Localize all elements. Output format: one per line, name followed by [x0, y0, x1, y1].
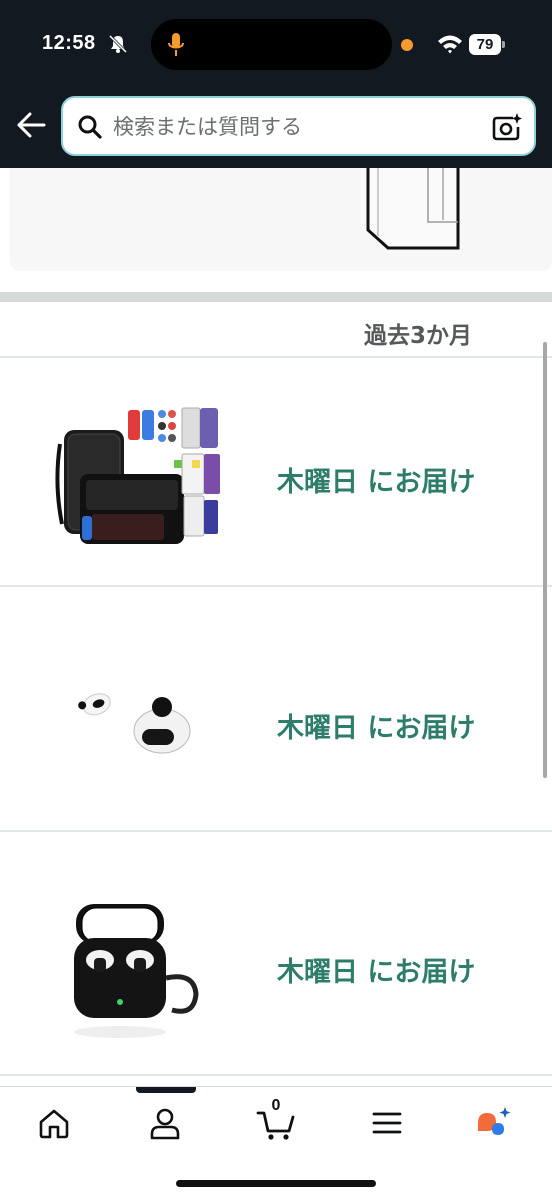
delivery-status: 木曜日 にお届け: [277, 713, 476, 744]
bell-muted-icon: [108, 34, 128, 54]
menu-icon[interactable]: [367, 1103, 407, 1143]
delivery-status: 木曜日 にお届け: [277, 467, 476, 498]
account-icon[interactable]: [145, 1103, 185, 1143]
clear-case-product-image: [366, 168, 460, 250]
search-bar[interactable]: [61, 96, 536, 156]
cart-count: 0: [271, 1097, 281, 1114]
app-header: 12:58 79: [0, 0, 552, 168]
home-indicator: [176, 1180, 376, 1187]
home-icon[interactable]: [34, 1103, 74, 1143]
delivery-status: 木曜日 にお届け: [277, 957, 476, 988]
cart-button[interactable]: 0: [256, 1097, 296, 1143]
camera-lens-icon[interactable]: [491, 112, 523, 142]
previous-product-card[interactable]: [10, 168, 552, 271]
active-tab-indicator: [136, 1087, 196, 1093]
status-time: 12:58: [42, 32, 96, 54]
section-title: 過去3か月: [363, 323, 472, 349]
earbuds-case-with-carabiner-image: [74, 904, 199, 1038]
order-item[interactable]: 木曜日 にお届け: [0, 358, 552, 585]
divider: [0, 1074, 552, 1076]
switch-case-accessory-set-image: [55, 407, 220, 544]
scrollbar[interactable]: [543, 342, 547, 778]
microphone-icon: [168, 33, 184, 56]
battery-indicator: 79: [469, 34, 505, 55]
battery-level: 79: [469, 34, 501, 55]
wifi-icon: [438, 35, 462, 54]
dynamic-island: [151, 19, 392, 70]
order-item[interactable]: 木曜日 にお届け: [0, 832, 552, 1074]
wireless-earbuds-image: [78, 693, 191, 754]
recording-indicator-dot: [401, 39, 413, 51]
search-icon: [78, 115, 102, 139]
back-arrow-icon[interactable]: [14, 110, 48, 140]
section-divider: [0, 292, 552, 302]
order-item[interactable]: 木曜日 にお届け: [0, 587, 552, 830]
ai-assistant-icon[interactable]: [474, 1103, 514, 1143]
search-input[interactable]: [113, 110, 483, 144]
